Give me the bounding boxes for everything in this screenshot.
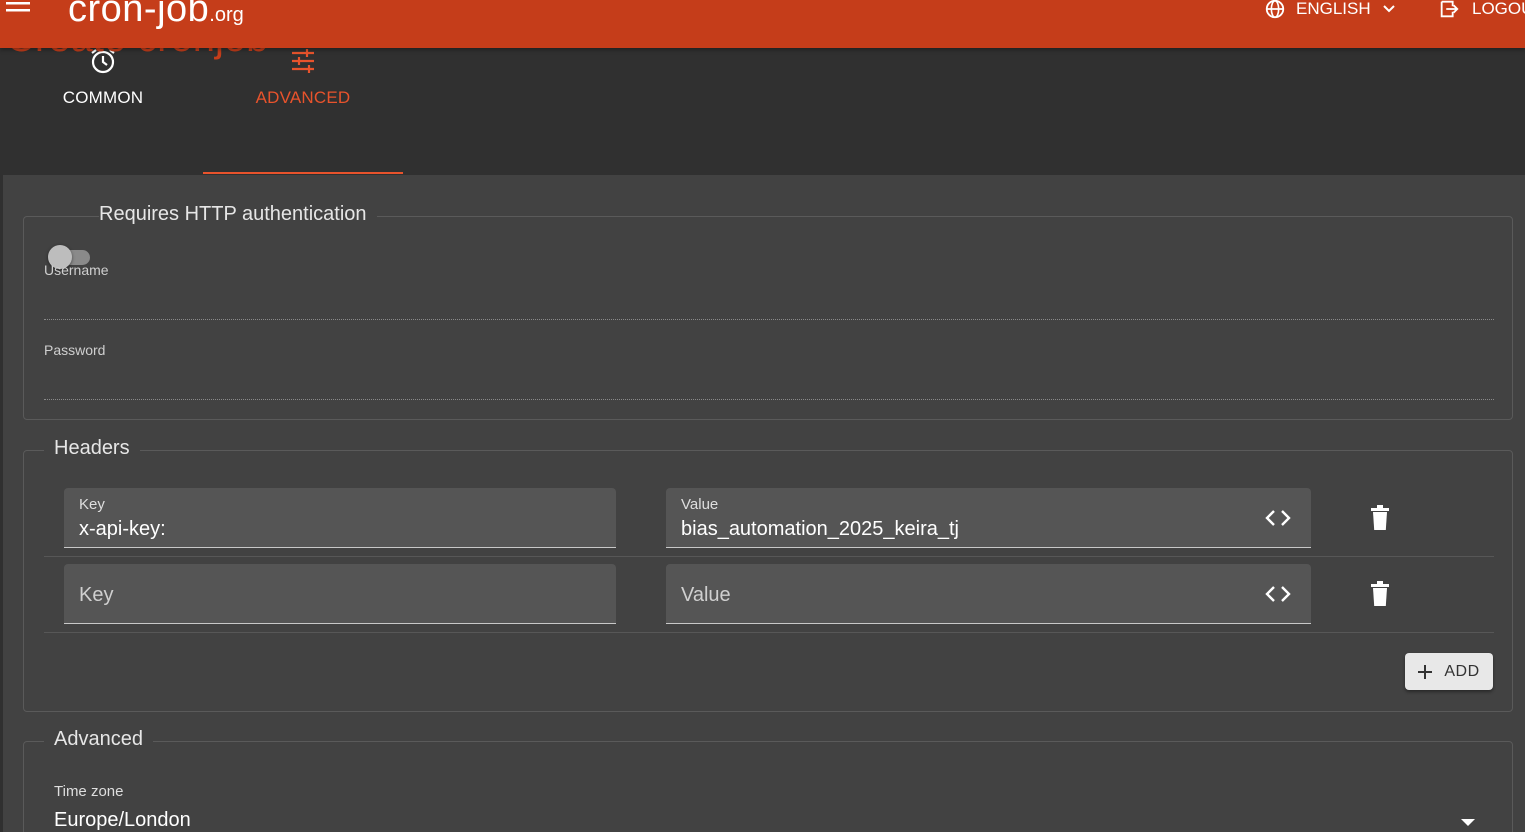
row-divider [44,632,1494,633]
auth-toggle-label: Requires HTTP authentication [99,203,377,226]
logo[interactable]: cron-job.org [68,0,244,31]
header-key-input-empty[interactable]: Key [64,564,616,624]
timezone-label: Time zone [54,783,124,800]
header-value-placeholder: Value [681,584,731,606]
delete-icon[interactable] [1369,581,1391,607]
app-bar: cron-job.org ENGLISH LOGOU [0,0,1525,48]
header-key-value: x-api-key: [79,518,166,540]
headers-section: Headers Key x-api-key: Value bias_automa… [23,437,1513,712]
header-value-input[interactable]: Value bias_automation_2025_keira_tj [666,488,1311,548]
advanced-title: Advanced [44,728,153,751]
header-key-label: Key [79,496,105,513]
add-header-button[interactable]: ADD [1405,653,1493,690]
active-tab-indicator [203,172,403,174]
plus-icon [1418,664,1433,679]
password-input[interactable] [44,399,1494,400]
advanced-panel: Requires HTTP authentication Username Pa… [3,175,1525,832]
logout-button[interactable]: LOGOU [1438,0,1525,20]
code-icon[interactable] [1265,584,1291,604]
header-key-placeholder: Key [79,584,114,606]
timezone-select[interactable]: Europe/London [54,809,191,832]
globe-icon [1265,0,1285,19]
menu-icon[interactable] [6,0,32,20]
row-divider [44,556,1494,557]
chevron-down-icon [1382,5,1395,13]
tab-common-label: COMMON [62,88,144,107]
header-value-input-empty[interactable]: Value [666,564,1311,624]
language-selector[interactable]: ENGLISH [1264,0,1397,20]
tune-sliders-icon [292,49,314,73]
delete-icon[interactable] [1369,505,1391,531]
language-label: ENGLISH [1296,0,1371,18]
username-input[interactable] [44,319,1494,320]
advanced-section: Advanced [23,728,1513,832]
password-label: Password [44,342,106,358]
header-value-label: Value [681,496,719,513]
tab-advanced-label: ADVANCED [255,88,351,107]
headers-title: Headers [44,437,140,460]
auth-section: Requires HTTP authentication Username Pa… [23,203,1513,420]
header-value-value: bias_automation_2025_keira_tj [681,518,959,540]
username-label: Username [44,262,109,278]
logout-icon [1440,0,1459,18]
header-key-input[interactable]: Key x-api-key: [64,488,616,548]
logo-tld: .org [209,4,244,26]
dropdown-arrow-icon[interactable] [1461,819,1475,827]
logout-label: LOGOU [1472,0,1525,18]
add-label: ADD [1444,662,1480,680]
code-icon[interactable] [1265,508,1291,528]
logo-text: cron-job [68,0,210,30]
